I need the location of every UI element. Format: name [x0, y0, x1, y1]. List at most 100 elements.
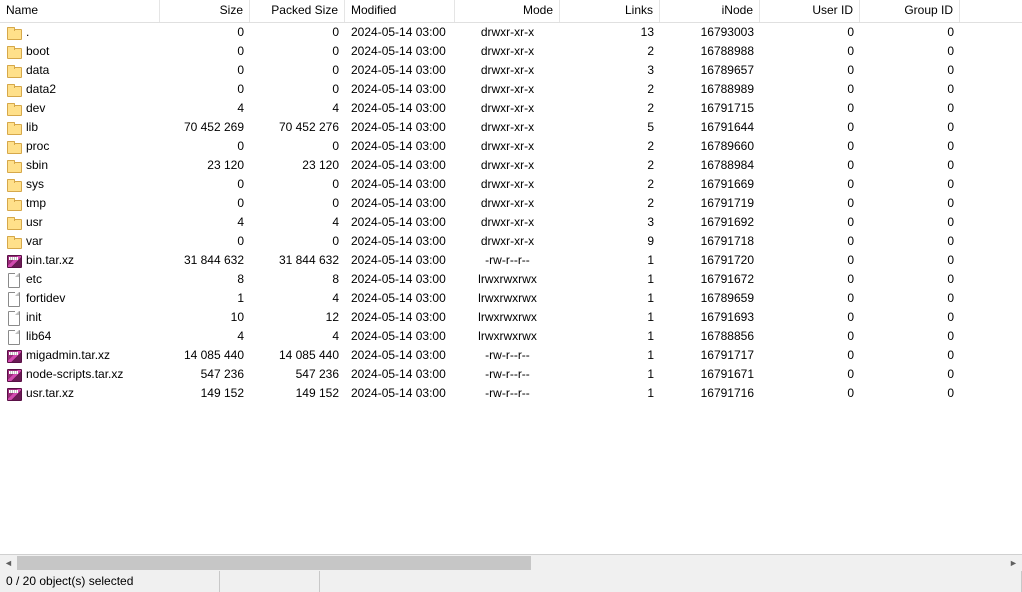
table-row[interactable]: etc882024-05-14 03:00lrwxrwxrwx116791672… [0, 270, 1022, 289]
table-row[interactable]: proc002024-05-14 03:00drwxr-xr-x21678966… [0, 137, 1022, 156]
cell-size: 0 [160, 42, 250, 61]
cell-links: 2 [560, 156, 660, 175]
table-row[interactable]: data002024-05-14 03:00drwxr-xr-x31678965… [0, 61, 1022, 80]
cell-modified: 2024-05-14 03:00 [345, 156, 455, 175]
file-name-label: proc [26, 137, 49, 156]
cell-packed: 0 [250, 232, 345, 251]
cell-inode: 16789660 [660, 137, 760, 156]
cell-size: 0 [160, 232, 250, 251]
column-header-packed[interactable]: Packed Size [250, 0, 345, 22]
table-row[interactable]: lib64442024-05-14 03:00lrwxrwxrwx1167888… [0, 327, 1022, 346]
column-header-links[interactable]: Links [560, 0, 660, 22]
column-header-size[interactable]: Size [160, 0, 250, 22]
table-row[interactable]: bin.tar.xz31 844 63231 844 6322024-05-14… [0, 251, 1022, 270]
cell-inode: 16791693 [660, 308, 760, 327]
cell-links: 2 [560, 194, 660, 213]
column-header-dev[interactable]: Dev [960, 0, 1022, 22]
file-name-label: var [26, 232, 43, 251]
cell-size: 0 [160, 137, 250, 156]
table-row[interactable]: fortidev142024-05-14 03:00lrwxrwxrwx1167… [0, 289, 1022, 308]
cell-modified: 2024-05-14 03:00 [345, 327, 455, 346]
cell-dev [960, 213, 1022, 232]
file-archive-window: Name Size Packed Size Modified Mode Link… [0, 0, 1022, 592]
table-row[interactable]: usr.tar.xz149 152149 1522024-05-14 03:00… [0, 384, 1022, 403]
cell-modified: 2024-05-14 03:00 [345, 251, 455, 270]
cell-mode: lrwxrwxrwx [455, 327, 560, 346]
table-row[interactable]: var002024-05-14 03:00drwxr-xr-x916791718… [0, 232, 1022, 251]
cell-packed: 31 844 632 [250, 251, 345, 270]
file-name-label: sbin [26, 156, 48, 175]
column-header-userid[interactable]: User ID [760, 0, 860, 22]
column-header-name[interactable]: Name [0, 0, 160, 22]
cell-mode: drwxr-xr-x [455, 99, 560, 118]
cell-packed: 23 120 [250, 156, 345, 175]
cell-inode: 16791718 [660, 232, 760, 251]
cell-name: bin.tar.xz [0, 251, 160, 270]
cell-uid: 0 [760, 289, 860, 308]
table-row[interactable]: tmp002024-05-14 03:00drwxr-xr-x216791719… [0, 194, 1022, 213]
cell-inode: 16791715 [660, 99, 760, 118]
cell-links: 2 [560, 137, 660, 156]
status-selection: 0 / 20 object(s) selected [0, 571, 220, 592]
file-name-label: sys [26, 175, 44, 194]
table-row[interactable]: sys002024-05-14 03:00drwxr-xr-x216791669… [0, 175, 1022, 194]
table-row[interactable]: migadmin.tar.xz14 085 44014 085 4402024-… [0, 346, 1022, 365]
table-row[interactable]: .002024-05-14 03:00drwxr-xr-x13167930030… [0, 23, 1022, 42]
cell-modified: 2024-05-14 03:00 [345, 365, 455, 384]
column-header-mode[interactable]: Mode [455, 0, 560, 22]
cell-mode: drwxr-xr-x [455, 232, 560, 251]
cell-dev [960, 61, 1022, 80]
cell-uid: 0 [760, 99, 860, 118]
cell-mode: drwxr-xr-x [455, 156, 560, 175]
cell-packed: 4 [250, 99, 345, 118]
table-row[interactable]: boot002024-05-14 03:00drwxr-xr-x21678898… [0, 42, 1022, 61]
cell-name: sbin [0, 156, 160, 175]
cell-mode: drwxr-xr-x [455, 137, 560, 156]
table-row[interactable]: lib70 452 26970 452 2762024-05-14 03:00d… [0, 118, 1022, 137]
cell-dev [960, 42, 1022, 61]
scroll-right-button[interactable]: ► [1005, 555, 1022, 571]
file-name-label: etc [26, 270, 42, 289]
cell-modified: 2024-05-14 03:00 [345, 175, 455, 194]
scroll-left-button[interactable]: ◄ [0, 555, 17, 571]
cell-inode: 16791716 [660, 384, 760, 403]
cell-links: 2 [560, 42, 660, 61]
archive-icon [6, 253, 22, 269]
cell-uid: 0 [760, 137, 860, 156]
cell-name: proc [0, 137, 160, 156]
cell-links: 1 [560, 270, 660, 289]
cell-packed: 547 236 [250, 365, 345, 384]
file-name-label: lib64 [26, 327, 51, 346]
folder-icon [6, 25, 22, 41]
cell-mode: drwxr-xr-x [455, 61, 560, 80]
cell-mode: drwxr-xr-x [455, 80, 560, 99]
table-row[interactable]: node-scripts.tar.xz547 236547 2362024-05… [0, 365, 1022, 384]
cell-packed: 0 [250, 61, 345, 80]
cell-modified: 2024-05-14 03:00 [345, 80, 455, 99]
cell-mode: drwxr-xr-x [455, 118, 560, 137]
table-row[interactable]: usr442024-05-14 03:00drwxr-xr-x316791692… [0, 213, 1022, 232]
cell-dev [960, 384, 1022, 403]
scroll-thumb[interactable] [17, 556, 531, 570]
file-name-label: fortidev [26, 289, 65, 308]
cell-mode: lrwxrwxrwx [455, 289, 560, 308]
cell-name: usr.tar.xz [0, 384, 160, 403]
file-name-label: usr [26, 213, 43, 232]
table-row[interactable]: init10122024-05-14 03:00lrwxrwxrwx116791… [0, 308, 1022, 327]
table-row[interactable]: data2002024-05-14 03:00drwxr-xr-x2167889… [0, 80, 1022, 99]
table-row[interactable]: dev442024-05-14 03:00drwxr-xr-x216791715… [0, 99, 1022, 118]
scroll-track[interactable] [17, 555, 1005, 571]
cell-uid: 0 [760, 156, 860, 175]
cell-packed: 0 [250, 42, 345, 61]
column-header-modified[interactable]: Modified [345, 0, 455, 22]
column-header-inode[interactable]: iNode [660, 0, 760, 22]
file-name-label: data [26, 61, 49, 80]
cell-gid: 0 [860, 327, 960, 346]
column-header-groupid[interactable]: Group ID [860, 0, 960, 22]
cell-inode: 16791719 [660, 194, 760, 213]
horizontal-scrollbar[interactable]: ◄ ► [0, 554, 1022, 571]
cell-name: data2 [0, 80, 160, 99]
file-name-label: init [26, 308, 41, 327]
file-grid[interactable]: Name Size Packed Size Modified Mode Link… [0, 0, 1022, 554]
table-row[interactable]: sbin23 12023 1202024-05-14 03:00drwxr-xr… [0, 156, 1022, 175]
